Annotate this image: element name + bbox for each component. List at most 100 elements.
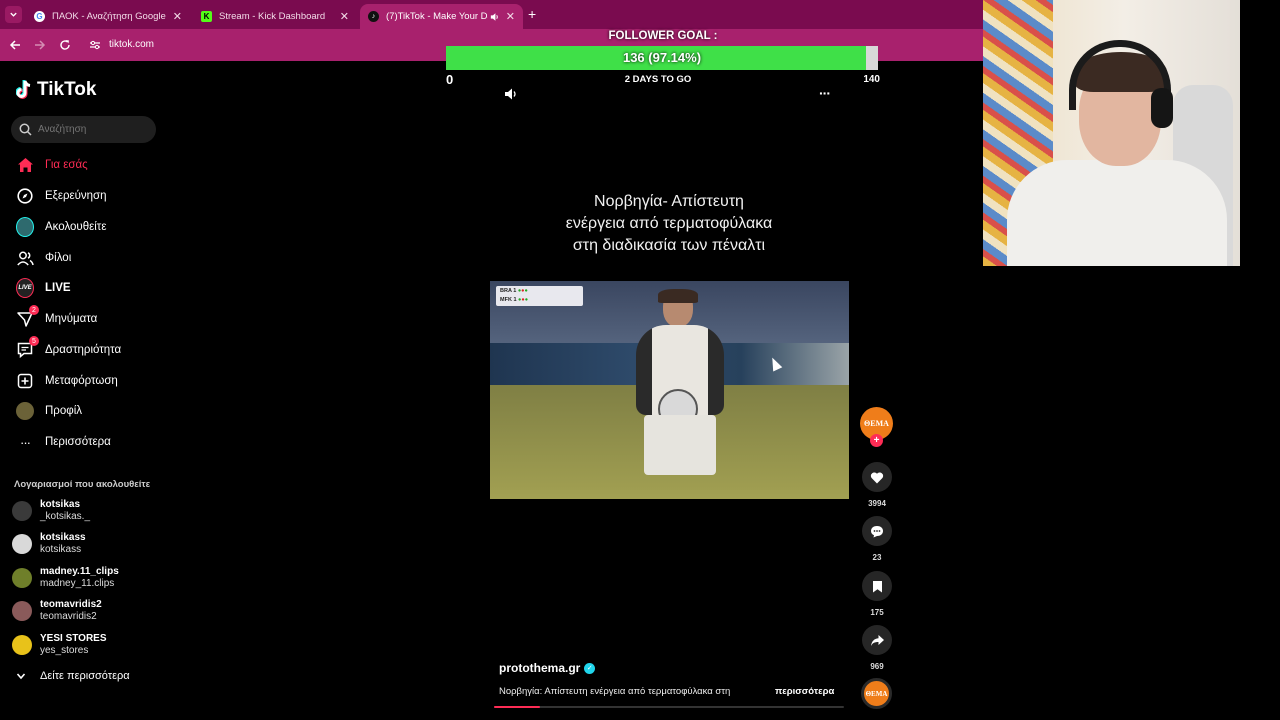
following-account[interactable]: YESI STORES yes_stores [12,633,107,657]
verified-icon: ✓ [584,662,596,674]
url-text[interactable]: tiktok.com [109,39,154,50]
activity-badge: 5 [29,336,39,346]
video-frame[interactable]: BRA 1 ●●● MFK 1 ●●● [490,281,849,499]
nav-for-you[interactable]: Για εσάς [16,154,88,176]
close-tab-icon[interactable]: ✕ [173,10,182,23]
live-icon: LIVE [16,278,34,298]
following-account[interactable]: teomavridis2 teomavridis2 [12,599,102,623]
tab-bar: G ΠΑΟΚ - Αναζήτηση Google ✕ K Stream - K… [0,0,983,29]
account-avatar [12,501,32,521]
goal-value: 136 (97.14%) [622,50,702,65]
compass-icon [16,187,34,205]
nav-label: Περισσότερα [45,436,111,448]
following-avatar-icon [16,217,34,237]
like-button[interactable] [862,462,892,492]
headline-line: Νορβηγία- Απίστευτη [594,193,744,210]
nav-upload[interactable]: Μεταφόρτωση [16,370,118,392]
tab-audio-icon[interactable] [490,12,500,22]
share-button[interactable] [862,625,892,655]
nav-label: Δραστηριότητα [45,344,122,356]
tab-tiktok[interactable]: ♪ (7)TikTok - Make Your Day ✕ [360,4,523,29]
score-overlay: BRA 1 ●●● MFK 1 ●●● [496,286,583,306]
tab-kick-dashboard[interactable]: K Stream - Kick Dashboard ✕ [193,4,357,29]
headset-earcup [1151,88,1173,128]
save-button[interactable] [862,571,892,601]
video-progress-track[interactable] [494,706,844,708]
goal-days: 2 DAYS TO GO [624,74,692,85]
see-more-link[interactable]: Δείτε περισσότερα [16,670,130,682]
account-name: YESI STORES [40,633,107,644]
nav-explore[interactable]: Εξερεύνηση [16,185,107,207]
volume-icon[interactable] [504,87,518,101]
see-more-label: Δείτε περισσότερα [40,670,130,682]
kick-icon: K [201,11,212,22]
following-account[interactable]: kotsikas _kotsikas._ [12,499,90,523]
account-name: teomavridis2 [40,599,102,610]
nav-profile[interactable]: Προφίλ [16,400,82,422]
comment-count: 23 [872,553,882,562]
browser-window: G ΠΑΟΚ - Αναζήτηση Google ✕ K Stream - K… [0,0,983,720]
like-count: 3994 [868,499,886,508]
follow-plus-button[interactable]: + [870,434,883,447]
video-player[interactable]: ··· Νορβηγία- Απίστευτη ενέργεια από τερ… [447,61,849,711]
account-avatar [12,534,32,554]
webcam-overlay [983,0,1240,266]
author-name: protothema.gr [499,661,581,675]
chevron-down-icon [16,673,26,680]
chevron-down-icon [10,12,17,17]
following-account[interactable]: kotsikass kotsikass [12,532,86,556]
video-headline: Νορβηγία- Απίστευτη ενέργεια από τερματο… [447,191,891,257]
upload-icon [16,372,34,390]
following-account[interactable]: madney.11_clips madney_11.clips [12,566,119,590]
close-tab-icon[interactable]: ✕ [340,10,349,23]
nav-label: Προφίλ [45,405,83,417]
nav-more[interactable]: ··· Περισσότερα [16,431,111,453]
site-settings-icon[interactable] [89,39,101,51]
tiktok-icon: ♪ [368,11,379,22]
account-name: madney.11_clips [40,566,119,577]
video-author[interactable]: protothema.gr ✓ [499,661,596,675]
music-disc[interactable]: ΘΕΜΑ [861,678,892,709]
share-icon [870,634,884,646]
tab-paok-google[interactable]: G ΠΑΟΚ - Αναζήτηση Google ✕ [26,4,190,29]
nav-friends[interactable]: Φίλοι [16,247,71,269]
nav-label: LIVE [45,282,71,294]
video-progress-fill [494,706,540,708]
nav-label: Φίλοι [45,252,72,264]
new-tab-button[interactable]: + [528,7,536,21]
nav-live[interactable]: LIVE LIVE [16,277,71,299]
search-input[interactable] [38,124,148,135]
nav-label: Εξερεύνηση [45,190,107,202]
nav-messages[interactable]: 2 Μηνύματα [16,305,98,330]
back-arrow-icon[interactable] [9,39,21,51]
tiktok-logo[interactable]: TikTok [16,79,96,101]
account-avatar [12,568,32,588]
comment-button[interactable] [862,516,892,546]
tab-search-dropdown[interactable] [5,6,22,23]
account-name: kotsikass [40,532,86,543]
close-tab-icon[interactable]: ✕ [506,10,515,23]
account-avatar [12,635,32,655]
nav-label: Μεταφόρτωση [45,375,118,387]
caption-more-link[interactable]: περισσότερα [775,686,834,697]
account-handle: kotsikass [40,544,82,555]
streamer-body [1007,160,1227,266]
nav-activity[interactable]: 5 Δραστηριότητα [16,336,122,361]
tab-title: (7)TikTok - Make Your Day [386,11,488,22]
nav-following[interactable]: Ακολουθείτε [16,216,106,238]
search-box[interactable] [11,116,156,143]
forward-arrow-icon[interactable] [34,39,46,51]
reload-icon[interactable] [59,39,71,51]
score-value: 1 [513,297,517,303]
tiktok-sidebar: TikTok Για εσάς Εξερεύνηση Ακολουθείτε Φ… [0,61,170,720]
goal-max: 140 [863,74,880,85]
nav-label: Μηνύματα [45,313,98,325]
home-icon [16,156,34,174]
score-team: BRA [500,288,512,294]
account-handle: yes_stores [40,645,89,656]
nav-label: Για εσάς [45,159,88,171]
music-badge-text: ΘΕΜΑ [865,689,888,698]
profile-avatar-icon [16,402,34,420]
account-handle: madney_11.clips [40,578,115,589]
account-avatar [12,601,32,621]
